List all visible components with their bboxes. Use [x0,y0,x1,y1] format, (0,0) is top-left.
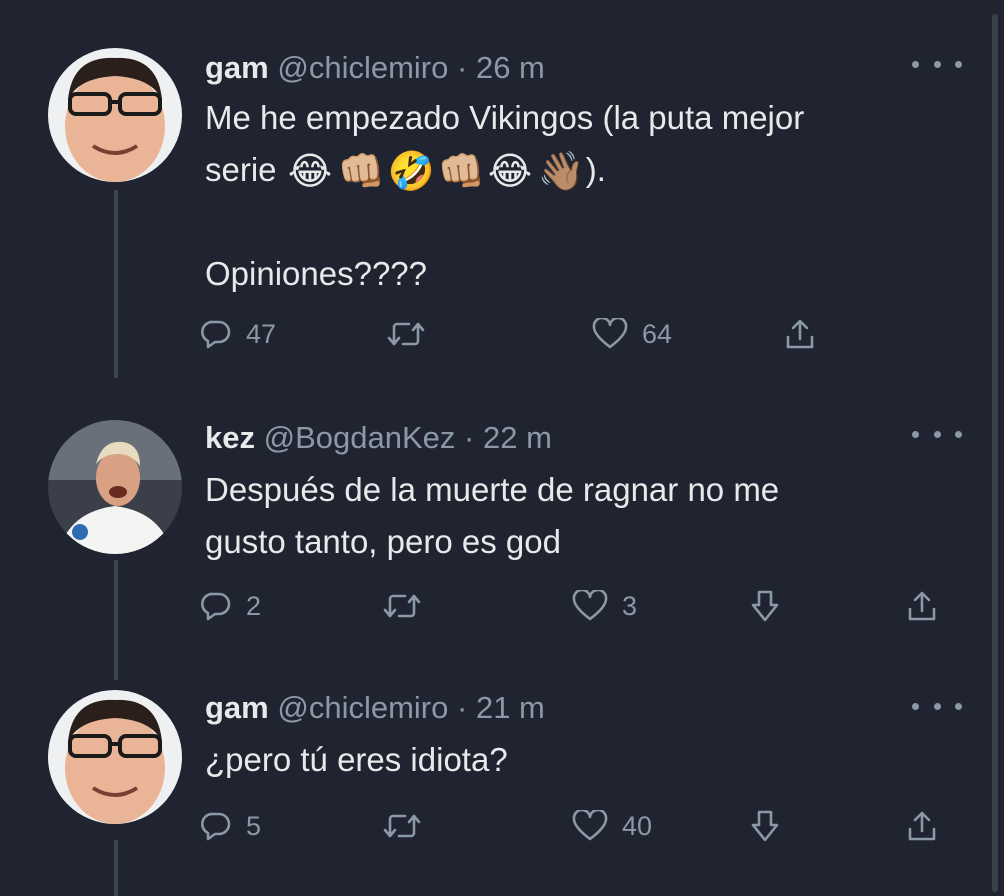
retweet-button[interactable] [382,806,422,846]
tweet[interactable]: kez @BogdanKez · 22 m Después de la muer… [0,420,990,640]
author-name[interactable]: gam [205,50,269,85]
fist-bump-icon: 👊🏼 [337,151,386,194]
share-icon [908,591,936,621]
tweet-line: Opiniones???? [205,255,428,292]
face-tears-of-joy-icon: 😂 [287,151,333,194]
avatar-image [48,48,182,182]
share-button[interactable] [784,314,816,354]
tweet-actions: 2 3 [200,586,960,626]
like-button[interactable]: 64 [592,314,672,354]
author-name[interactable]: kez [205,420,255,455]
emoji-sequence: 😂 👊🏼 🤣 👊🏼 😂 👋🏽 [287,149,586,195]
like-count: 64 [642,318,673,349]
share-button[interactable] [906,586,938,626]
tweet-actions: 47 64 [200,314,960,354]
author-name[interactable]: gam [205,690,269,725]
author-handle[interactable]: @BogdanKez [264,420,456,455]
tweet-line: ¿pero tú eres idiota? [205,741,508,778]
like-count: 40 [622,810,653,841]
author-handle[interactable]: @chiclemiro [277,690,448,725]
retweet-icon [383,814,421,838]
tweet-actions: 5 40 [200,806,960,846]
reply-button[interactable]: 2 [200,586,261,626]
reply-button[interactable]: 5 [200,806,261,846]
tweet-line: gusto tanto, pero es god [205,523,561,560]
downvote-button[interactable] [750,806,780,846]
thread: gam @chiclemiro · 26 m Me he empezado Vi… [0,0,1004,896]
reply-icon [201,812,231,841]
retweet-icon [387,322,425,346]
like-button[interactable]: 3 [572,586,637,626]
tweet-line: Me he empezado Vikingos (la puta mejor [205,99,805,136]
tweet-header: kez @BogdanKez · 22 m [205,420,552,456]
avatar-image [48,690,182,824]
scrollbar[interactable] [992,14,998,892]
downvote-icon [751,810,779,842]
reply-count: 5 [246,810,262,841]
separator: · [457,50,468,85]
avatar[interactable] [48,420,182,554]
share-icon [908,811,936,841]
fist-bump-icon: 👊🏼 [437,151,486,194]
timestamp[interactable]: 26 m [476,50,545,85]
reply-count: 47 [246,318,277,349]
tweet[interactable]: gam @chiclemiro · 21 m ¿pero tú eres idi… [0,690,990,860]
tweet-text: Después de la muerte de ragnar no me gus… [205,464,779,568]
tweet-text-segment: ). [585,151,606,188]
avatar[interactable] [48,48,182,182]
avatar[interactable] [48,690,182,824]
reply-count: 2 [246,590,262,621]
timestamp[interactable]: 22 m [483,420,552,455]
tweet-text: ¿pero tú eres idiota? [205,734,508,786]
tweet-header: gam @chiclemiro · 21 m [205,690,545,726]
tweet-line: Después de la muerte de ragnar no me [205,471,780,508]
tweet-header: gam @chiclemiro · 26 m [205,50,545,86]
tweet[interactable]: gam @chiclemiro · 26 m Me he empezado Vi… [0,48,990,368]
like-button[interactable]: 40 [572,806,652,846]
share-icon [786,319,814,349]
retweet-button[interactable] [386,314,426,354]
separator: · [457,690,468,725]
heart-icon [572,810,608,841]
rolling-laughing-icon: 🤣 [387,151,436,194]
heart-icon [572,590,608,621]
more-icon[interactable] [912,422,962,446]
retweet-button[interactable] [382,586,422,626]
reply-button[interactable]: 47 [200,314,276,354]
more-icon[interactable] [912,52,962,76]
face-tears-of-joy-icon: 😂 [487,151,533,194]
author-handle[interactable]: @chiclemiro [277,50,448,85]
downvote-button[interactable] [750,586,780,626]
heart-icon [592,318,628,349]
downvote-icon [751,590,779,622]
more-icon[interactable] [912,694,962,718]
tweet-line: serie 😂 👊🏼 🤣 👊🏼 😂 👋🏽 ). [205,144,804,196]
separator: · [464,420,475,455]
waving-hand-icon: 👋🏽 [537,151,586,194]
tweet-text: Me he empezado Vikingos (la puta mejor s… [205,92,804,300]
retweet-icon [383,594,421,618]
avatar-image [48,420,182,554]
tweet-text-segment: serie [205,151,277,188]
reply-icon [201,592,231,621]
share-button[interactable] [906,806,938,846]
timestamp[interactable]: 21 m [476,690,545,725]
like-count: 3 [622,590,638,621]
reply-icon [201,320,231,349]
